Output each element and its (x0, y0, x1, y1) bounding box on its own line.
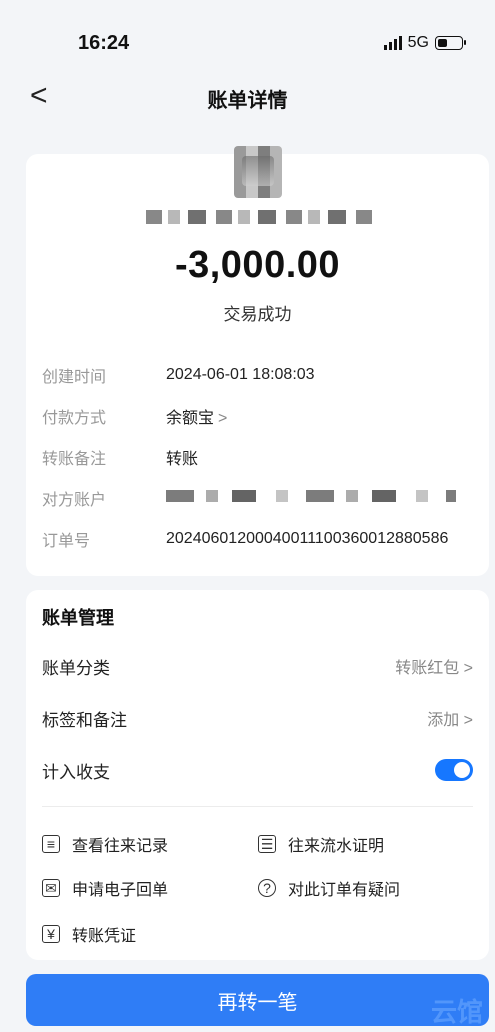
view-records-link[interactable]: ≡ 查看往来记录 (42, 832, 168, 856)
detail-value: 20240601200040011100360012880586 (166, 529, 449, 547)
bill-category-row[interactable]: 账单分类 转账红包 > (42, 646, 473, 686)
detail-row-remark: 转账备注 转账 (42, 436, 482, 477)
detail-label: 转账备注 (42, 450, 107, 468)
count-toggle[interactable] (435, 759, 473, 781)
counterparty-name-redacted (146, 210, 376, 224)
row-label: 账单分类 (42, 658, 110, 678)
detail-row-counterparty: 对方账户 (42, 477, 482, 518)
statement-icon: ☰ (258, 835, 276, 853)
transaction-status: 交易成功 (223, 305, 292, 324)
detail-row-payment-method[interactable]: 付款方式 余额宝 > (42, 395, 482, 436)
detail-value: 2024-06-01 18:08:03 (166, 365, 315, 383)
row-label: 标签和备注 (42, 710, 127, 730)
link-label: 对此订单有疑问 (288, 882, 401, 899)
battery-icon (435, 36, 466, 50)
link-label: 往来流水证明 (288, 838, 385, 855)
detail-label: 对方账户 (42, 491, 107, 509)
status-time: 16:24 (78, 32, 130, 54)
nav-header: < 账单详情 (0, 78, 495, 118)
payment-method-value: 余额宝 (166, 409, 215, 427)
watermark: 云馆 (430, 997, 483, 1027)
amount: -3,000.00 (174, 244, 341, 286)
link-label: 查看往来记录 (72, 838, 169, 855)
detail-value: 转账 (166, 450, 199, 468)
count-in-income-expense-row: 计入收支 (42, 750, 473, 790)
flow-proof-link[interactable]: ☰ 往来流水证明 (258, 832, 384, 856)
tags-remarks-row[interactable]: 标签和备注 添加 > (42, 698, 473, 738)
status-icons: 5G (383, 34, 466, 52)
section-title: 账单管理 (42, 608, 114, 628)
toggle-knob (454, 762, 470, 778)
detail-value[interactable]: 余额宝 > (166, 404, 227, 428)
detail-row-order-number: 订单号 20240601200040011100360012880586 (42, 518, 482, 559)
transfer-voucher-link[interactable]: ¥ 转账凭证 (42, 922, 136, 946)
network-label: 5G (407, 34, 429, 51)
page-title: 账单详情 (207, 90, 288, 112)
divider (42, 806, 473, 807)
bill-management-card: 账单管理 账单分类 转账红包 > 标签和备注 添加 > 计入收支 ≡ 查看往来记… (26, 590, 489, 960)
detail-list: 创建时间 2024-06-01 18:08:03 付款方式 余额宝 > 转账备注 … (42, 354, 482, 559)
row-value: 添加 > (427, 712, 473, 729)
e-receipt-link[interactable]: ✉ 申请电子回单 (42, 876, 168, 900)
link-label: 转账凭证 (72, 928, 137, 945)
record-list-icon: ≡ (42, 835, 60, 853)
order-question-link[interactable]: ? 对此订单有疑问 (258, 876, 400, 900)
row-label: 计入收支 (42, 762, 110, 782)
question-icon: ? (258, 879, 276, 897)
mail-icon: ✉ (42, 879, 60, 897)
detail-label: 创建时间 (42, 368, 107, 386)
signal-icon (383, 36, 402, 50)
avatar (234, 146, 282, 198)
yuan-voucher-icon: ¥ (42, 925, 60, 943)
detail-row-created-time: 创建时间 2024-06-01 18:08:03 (42, 354, 482, 395)
detail-label: 付款方式 (42, 409, 107, 427)
detail-label: 订单号 (42, 532, 91, 550)
chevron-right-icon: > (218, 409, 228, 427)
transaction-card: -3,000.00 交易成功 创建时间 2024-06-01 18:08:03 … (26, 146, 489, 576)
status-bar: 16:24 5G (0, 0, 495, 80)
counterparty-account-redacted (166, 489, 456, 507)
link-label: 申请电子回单 (72, 882, 169, 899)
row-value: 转账红包 > (395, 660, 473, 677)
transfer-again-button[interactable]: 再转一笔 (26, 974, 489, 1026)
